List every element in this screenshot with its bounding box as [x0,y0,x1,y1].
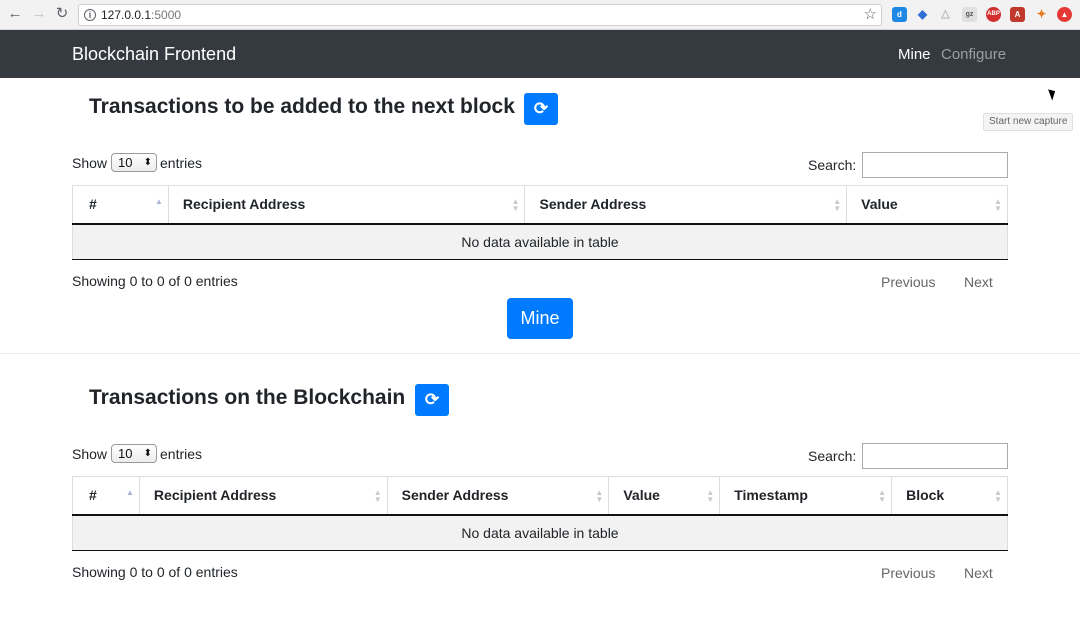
browser-toolbar: ← → ↻ i 127.0.0.1:5000 ☆ d ◆ △ gz ABP A … [0,0,1080,30]
chain-transactions-table: # ▲ Recipient Address ▲ ▼ Sender Address ▲ ▼ … [72,476,1008,551]
extension-a-icon[interactable]: A [1010,7,1025,22]
sort-asc-icon: ▲ [126,488,134,497]
sort-icon: ▲ ▼ [706,488,715,504]
tooltip: Start new capture [983,113,1074,131]
column-header-sender[interactable]: Sender Address ▲ ▼ [386,476,609,516]
column-header-label: Recipient Address [182,196,306,213]
pending-search-input[interactable] [862,152,1008,178]
address-bar[interactable]: i 127.0.0.1:5000 ☆ [78,4,882,26]
table-row: No data available in table [72,514,1008,551]
empty-table-message: No data available in table [72,223,1008,260]
mouse-cursor-icon [1048,87,1058,101]
column-header-recipient[interactable]: Recipient Address ▲ ▼ [138,476,388,516]
bookmark-star-icon[interactable]: ☆ [864,6,877,24]
url-text: 127.0.0.1:5000 [101,8,181,23]
column-header-label: Timestamp [734,487,808,504]
column-header-number[interactable]: # ▲ [72,476,140,516]
pending-transactions-table: # ▲ Recipient Address ▲ ▼ Sender Address ▲ ▼ … [72,185,1008,260]
sort-icon: ▲ ▼ [595,488,604,504]
column-header-label: Value [861,196,898,213]
column-header-label: # [89,487,97,504]
chain-entries-select[interactable]: 10 ⬍ [111,444,157,463]
column-header-number[interactable]: # ▲ [72,185,169,225]
extension-d-icon[interactable]: d [892,7,907,22]
chain-previous-link[interactable]: Previous [881,565,935,581]
url-port: :5000 [151,8,182,22]
nav-link-configure[interactable]: Configure [941,46,1006,64]
back-icon[interactable]: ← [6,5,24,23]
forward-icon[interactable]: → [30,5,48,23]
column-header-timestamp[interactable]: Timestamp ▲ ▼ [719,476,892,516]
table-row: No data available in table [72,223,1008,260]
chain-search-input[interactable] [862,443,1008,469]
extension-drive-icon[interactable]: △ [938,7,953,22]
column-header-sender[interactable]: Sender Address ▲ ▼ [524,185,847,225]
chain-transactions-title: Transactions on the Blockchain [89,386,406,409]
column-header-value[interactable]: Value ▲ ▼ [608,476,720,516]
column-header-label: Sender Address [401,487,509,504]
pending-entries-select[interactable]: 10 ⬍ [111,153,157,172]
chain-entries-label: entries [160,446,203,462]
sort-icon: ▲ ▼ [994,197,1002,213]
extension-capture-icon[interactable]: ▲ [1057,7,1072,22]
pending-previous-link[interactable]: Previous [881,274,935,290]
pending-search-label: Search: [808,157,857,173]
extension-fox-icon[interactable]: ✦ [1034,7,1049,22]
navbar-brand[interactable]: Blockchain Frontend [72,44,236,64]
mine-button[interactable]: Mine [507,298,573,339]
column-header-label: Recipient Address [153,487,277,504]
reload-icon[interactable]: ↻ [53,5,71,23]
refresh-icon: ⟳ [424,390,440,409]
column-header-label: Block [906,487,945,504]
section-divider [0,353,1080,354]
select-arrows-icon: ⬍ [143,448,152,459]
sort-icon: ▲ ▼ [878,488,887,504]
sort-icon: ▲ ▼ [511,197,520,213]
column-header-label: # [89,196,97,213]
refresh-icon: ⟳ [533,99,549,118]
column-header-block[interactable]: Block ▲ ▼ [891,476,1008,516]
chain-entries-value: 10 [118,446,133,461]
extension-abp-icon[interactable]: ABP [986,7,1001,22]
chain-next-link[interactable]: Next [964,565,993,581]
pending-show-label: Show [72,155,108,171]
extension-gitzip-icon[interactable]: gz [962,7,977,22]
site-info-icon[interactable]: i [84,9,96,21]
extension-layers-icon[interactable]: ◆ [915,7,930,22]
nav-link-mine[interactable]: Mine [898,46,931,64]
url-host: 127.0.0.1 [101,8,152,22]
refresh-pending-button[interactable]: ⟳ [524,93,558,125]
chain-table-info: Showing 0 to 0 of 0 entries [72,564,238,580]
pending-table-info: Showing 0 to 0 of 0 entries [72,273,238,289]
sort-icon: ▲ ▼ [994,488,1002,504]
sort-icon: ▲ ▼ [833,197,842,213]
chain-show-label: Show [72,446,108,462]
column-header-label: Sender Address [539,196,647,213]
chain-search-label: Search: [808,448,857,464]
column-header-recipient[interactable]: Recipient Address ▲ ▼ [167,185,525,225]
column-header-value[interactable]: Value ▲ ▼ [846,185,1008,225]
column-header-label: Value [623,487,660,504]
sort-asc-icon: ▲ [154,197,163,206]
pending-next-link[interactable]: Next [964,274,993,290]
pending-transactions-title: Transactions to be added to the next blo… [89,95,515,118]
sort-icon: ▲ ▼ [373,488,382,504]
table-header-row: # ▲ Recipient Address ▲ ▼ Sender Address ▲ ▼ … [72,185,1008,225]
pending-entries-value: 10 [118,155,133,170]
table-header-row: # ▲ Recipient Address ▲ ▼ Sender Address ▲ ▼ … [72,476,1008,516]
navbar: Blockchain Frontend Mine Configure [0,30,1080,78]
empty-table-message: No data available in table [72,514,1008,551]
pending-entries-label: entries [160,155,203,171]
select-arrows-icon: ⬍ [143,157,152,168]
refresh-chain-button[interactable]: ⟳ [415,384,449,416]
